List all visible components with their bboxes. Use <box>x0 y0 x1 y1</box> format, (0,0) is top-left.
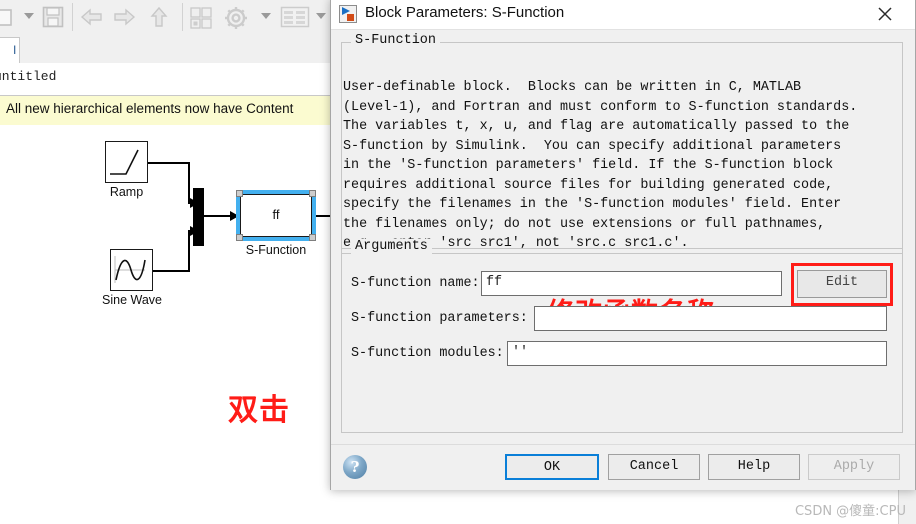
sine-signal-icon <box>114 256 146 283</box>
dialog-footer: ? OK Cancel Help Apply <box>331 444 915 490</box>
help-question-icon[interactable]: ? <box>343 455 367 479</box>
library-browser-icon[interactable] <box>189 6 215 35</box>
up-arrow-icon[interactable] <box>147 6 171 33</box>
save-icon[interactable] <box>41 5 65 34</box>
annotation-double-click: 双击 <box>228 393 290 428</box>
notification-text: All new hierarchical elements now have C… <box>6 101 294 116</box>
sfunction-name-label: S-function name: <box>351 276 480 291</box>
dialog-title: Block Parameters: S-Function <box>365 4 565 21</box>
block-mux[interactable] <box>193 188 204 246</box>
back-arrow-icon[interactable] <box>79 6 105 33</box>
help-button[interactable]: Help <box>708 454 800 480</box>
watermark: CSDN @傻童:CPU <box>794 504 906 519</box>
block-sfunction[interactable]: ff <box>240 194 312 237</box>
block-ramp-label: Ramp <box>109 185 144 199</box>
block-sine-wave-label: Sine Wave <box>102 293 162 307</box>
resize-handle-se[interactable] <box>309 234 316 241</box>
forward-arrow-icon[interactable] <box>111 6 137 33</box>
apply-button: Apply <box>808 454 900 480</box>
close-icon[interactable] <box>871 2 899 26</box>
model-settings-dropdown-icon[interactable] <box>261 13 271 19</box>
resize-handle-sw[interactable] <box>236 234 243 241</box>
block-sfunction-label: S-Function <box>245 243 307 257</box>
block-sfunction-selection[interactable]: ff <box>236 190 316 241</box>
dialog-body: S-Function User-definable block. Blocks … <box>331 29 915 445</box>
tab-model[interactable]: l <box>0 37 20 63</box>
model-explorer-icon[interactable] <box>280 6 310 33</box>
new-model-dropdown-icon[interactable] <box>24 13 34 19</box>
sfunction-description-text: User-definable block. Blocks can be writ… <box>343 80 858 251</box>
model-settings-icon[interactable] <box>222 4 250 37</box>
sfunction-parameters-label: S-function parameters: <box>351 311 528 326</box>
block-sfunction-text: ff <box>272 207 280 222</box>
wire-sine-up <box>188 230 190 272</box>
sfunction-parameters-input[interactable] <box>534 306 887 331</box>
resize-handle-ne[interactable] <box>309 190 316 197</box>
wire-ramp-out <box>148 162 190 164</box>
tab-model-label: l <box>13 43 16 57</box>
cancel-button[interactable]: Cancel <box>608 454 700 480</box>
sfunction-modules-input[interactable]: '' <box>507 341 887 366</box>
resize-handle-nw[interactable] <box>236 190 243 197</box>
new-model-icon[interactable] <box>0 7 18 34</box>
group-sfunction-description-title: S-Function <box>351 33 441 48</box>
dialog-titlebar: Block Parameters: S-Function <box>331 0 915 29</box>
block-sine-wave[interactable] <box>110 249 153 291</box>
simulink-block-icon <box>339 5 357 23</box>
block-parameters-dialog: Block Parameters: S-Function S-Function … <box>330 0 916 490</box>
group-arguments-title: Arguments <box>351 239 432 254</box>
ramp-signal-icon <box>110 149 139 175</box>
edit-button[interactable]: Edit <box>797 270 887 298</box>
ok-button[interactable]: OK <box>505 454 599 480</box>
wire-sine-out <box>153 270 190 272</box>
breadcrumb-model-name[interactable]: untitled <box>0 69 56 84</box>
model-explorer-dropdown-icon[interactable] <box>316 13 326 19</box>
block-ramp[interactable] <box>105 141 148 183</box>
sfunction-modules-label: S-function modules: <box>351 346 504 361</box>
